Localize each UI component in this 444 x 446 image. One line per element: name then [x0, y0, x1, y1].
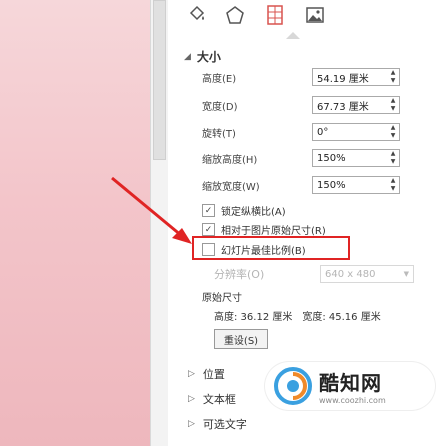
watermark-brand: 酷知网: [319, 371, 382, 395]
coozhi-watermark: 酷知网 www.coozhi.com: [265, 362, 435, 410]
coozhi-logo-icon: [273, 366, 313, 406]
watermark-url: www.coozhi.com: [319, 396, 386, 405]
